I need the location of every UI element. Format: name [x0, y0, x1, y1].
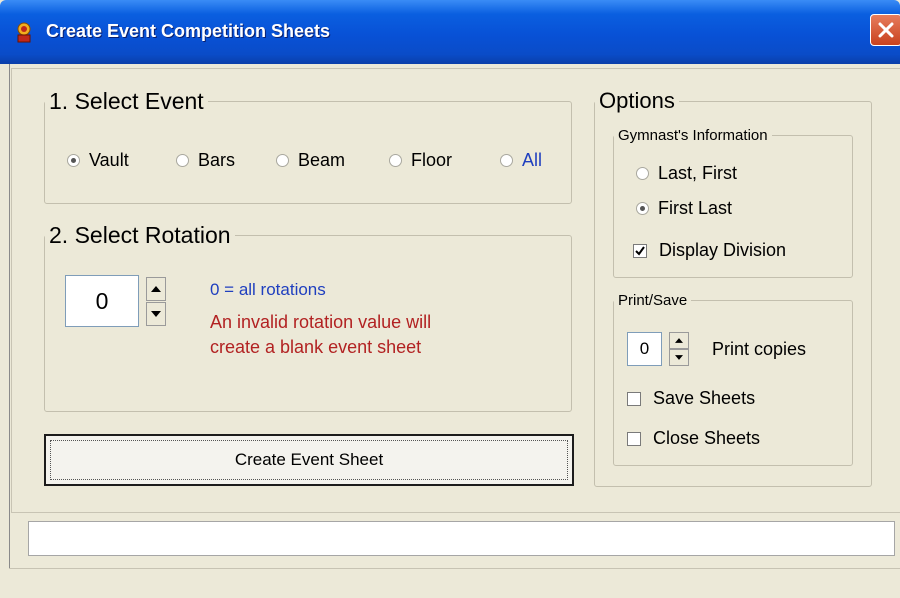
print-copies-input[interactable]: 0	[627, 332, 662, 366]
radio-all[interactable]: All	[500, 150, 542, 171]
rotation-up-button[interactable]	[146, 277, 166, 301]
checkmark-icon	[635, 245, 645, 256]
save-sheets-checkbox[interactable]	[627, 391, 641, 406]
select-event-group: 1. Select Event	[44, 88, 572, 204]
print-save-legend: Print/Save	[618, 292, 688, 309]
radio-floor[interactable]: Floor	[389, 150, 452, 171]
copies-down-button[interactable]	[669, 349, 689, 366]
radio-last-first[interactable]: Last, First	[636, 163, 737, 184]
radio-button[interactable]	[389, 154, 402, 167]
display-division-checkbox-row[interactable]: Display Division	[633, 240, 786, 261]
select-rotation-legend: 2. Select Rotation	[49, 222, 231, 248]
select-event-legend: 1. Select Event	[49, 88, 204, 114]
save-sheets-label: Save Sheets	[653, 388, 756, 408]
radio-label-floor: Floor	[411, 150, 453, 170]
close-sheets-label: Close Sheets	[653, 428, 761, 448]
rotation-down-button[interactable]	[146, 302, 166, 326]
close-icon	[878, 22, 894, 38]
status-field[interactable]	[28, 521, 895, 556]
print-copies-label: Print copies	[712, 339, 807, 359]
window-title: Create Event Competition Sheets	[46, 21, 331, 41]
radio-bars[interactable]: Bars	[176, 150, 235, 171]
rotation-warning-line1: An invalid rotation value will	[210, 312, 432, 332]
radio-label-beam: Beam	[298, 150, 346, 170]
save-sheets-checkbox-row[interactable]: Save Sheets	[627, 388, 755, 409]
radio-label-all: All	[522, 150, 543, 170]
radio-button[interactable]	[500, 154, 513, 167]
arrow-down-icon	[675, 355, 683, 360]
create-event-sheet-label: Create Event Sheet	[234, 450, 384, 469]
title-bar: Create Event Competition Sheets	[0, 0, 900, 64]
radio-button[interactable]	[636, 202, 649, 215]
radio-button[interactable]	[276, 154, 289, 167]
copies-up-button[interactable]	[669, 332, 689, 349]
radio-button[interactable]	[67, 154, 80, 167]
radio-label-last-first: Last, First	[658, 163, 738, 183]
gymnast-info-legend: Gymnast's Information	[618, 127, 768, 144]
app-icon	[14, 22, 34, 44]
rotation-hint: 0 = all rotations	[210, 280, 326, 299]
arrow-up-icon	[675, 338, 683, 343]
create-event-sheet-button[interactable]: Create Event Sheet	[44, 434, 574, 486]
close-sheets-checkbox[interactable]	[627, 431, 641, 446]
display-division-label: Display Division	[659, 240, 787, 260]
arrow-down-icon	[151, 311, 161, 317]
options-legend: Options	[599, 88, 675, 113]
radio-button[interactable]	[636, 167, 649, 180]
radio-label-bars: Bars	[198, 150, 236, 170]
radio-label-first-last: First Last	[658, 198, 733, 218]
status-bar	[9, 568, 900, 598]
radio-label-vault: Vault	[89, 150, 129, 170]
rotation-warning-line2: create a blank event sheet	[210, 337, 422, 357]
radio-button[interactable]	[176, 154, 189, 167]
arrow-up-icon	[151, 286, 161, 292]
radio-vault[interactable]: Vault	[67, 150, 129, 171]
close-sheets-checkbox-row[interactable]: Close Sheets	[627, 428, 760, 449]
display-division-checkbox[interactable]	[633, 243, 647, 258]
radio-beam[interactable]: Beam	[276, 150, 345, 171]
rotation-input[interactable]: 0	[65, 275, 139, 327]
radio-first-last[interactable]: First Last	[636, 198, 732, 219]
close-button[interactable]	[870, 14, 900, 46]
